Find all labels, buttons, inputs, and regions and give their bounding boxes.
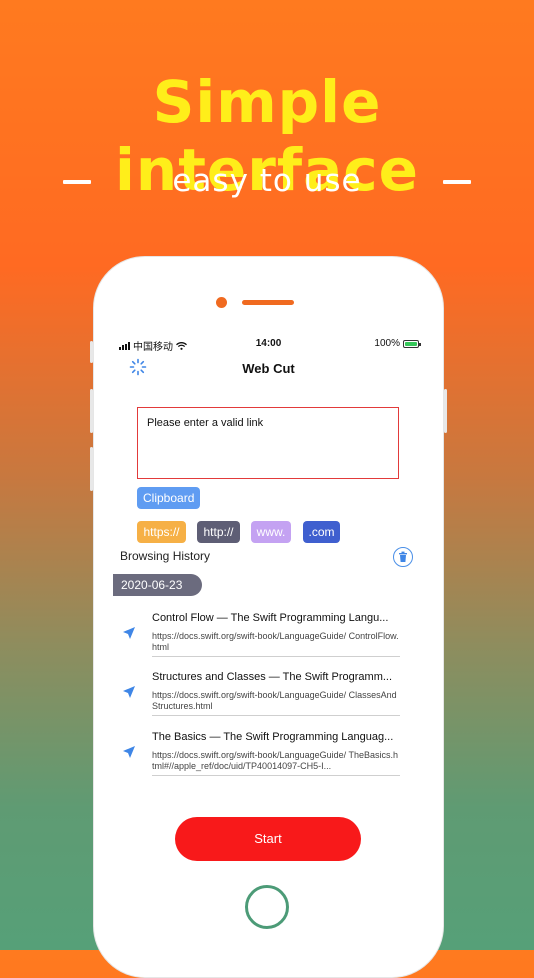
chip-https[interactable]: https:// — [137, 521, 186, 543]
clipboard-button[interactable]: Clipboard — [137, 487, 201, 509]
trash-icon — [399, 551, 407, 562]
chip-http[interactable]: http:// — [197, 521, 240, 543]
phone-speaker — [242, 300, 294, 305]
link-input[interactable]: Please enter a valid link — [137, 407, 399, 479]
history-title: Browsing History — [120, 549, 211, 563]
start-button[interactable]: Start — [175, 817, 361, 861]
history-item-title: Control Flow — The Swift Programming Lan… — [152, 612, 389, 624]
chip-com[interactable]: .com — [303, 521, 340, 543]
history-item-title: The Basics — The Swift Programming Langu… — [152, 731, 394, 743]
chip-www[interactable]: www. — [251, 521, 291, 543]
phone-power-button — [444, 389, 447, 433]
nav-title: Web Cut — [242, 361, 295, 376]
phone-side-switch — [90, 341, 93, 363]
send-icon — [123, 627, 135, 639]
history-item-url: https://docs.swift.org/swift-book/Langua… — [152, 631, 399, 652]
home-button[interactable] — [245, 885, 289, 929]
phone-camera — [216, 297, 227, 308]
decor-dash-right — [443, 180, 471, 184]
clear-history-button[interactable] — [393, 547, 413, 567]
history-date-badge: 2020-06-23 — [113, 574, 202, 596]
phone-volume-down — [90, 447, 93, 491]
battery-percent: 100% — [374, 338, 400, 349]
history-item-url: https://docs.swift.org/swift-book/Langua… — [152, 690, 397, 711]
phone-volume-up — [90, 389, 93, 433]
divider — [152, 656, 400, 657]
divider — [152, 715, 400, 716]
history-item-title: Structures and Classes — The Swift Progr… — [152, 671, 393, 683]
history-item[interactable]: Control Flow — The Swift Programming Lan… — [118, 612, 408, 670]
history-item-url: https://docs.swift.org/swift-book/Langua… — [152, 750, 398, 771]
phone-frame: 中国移动 14:00 100% Web Cut Please enter a v… — [90, 256, 447, 978]
history-item[interactable]: Structures and Classes — The Swift Progr… — [118, 671, 408, 729]
battery-icon — [403, 339, 421, 348]
send-icon — [123, 746, 135, 758]
divider — [152, 775, 400, 776]
battery-info: 100% — [374, 338, 421, 349]
history-item[interactable]: The Basics — The Swift Programming Langu… — [118, 731, 408, 789]
status-bar: 中国移动 14:00 100% — [94, 337, 443, 353]
send-icon — [123, 686, 135, 698]
